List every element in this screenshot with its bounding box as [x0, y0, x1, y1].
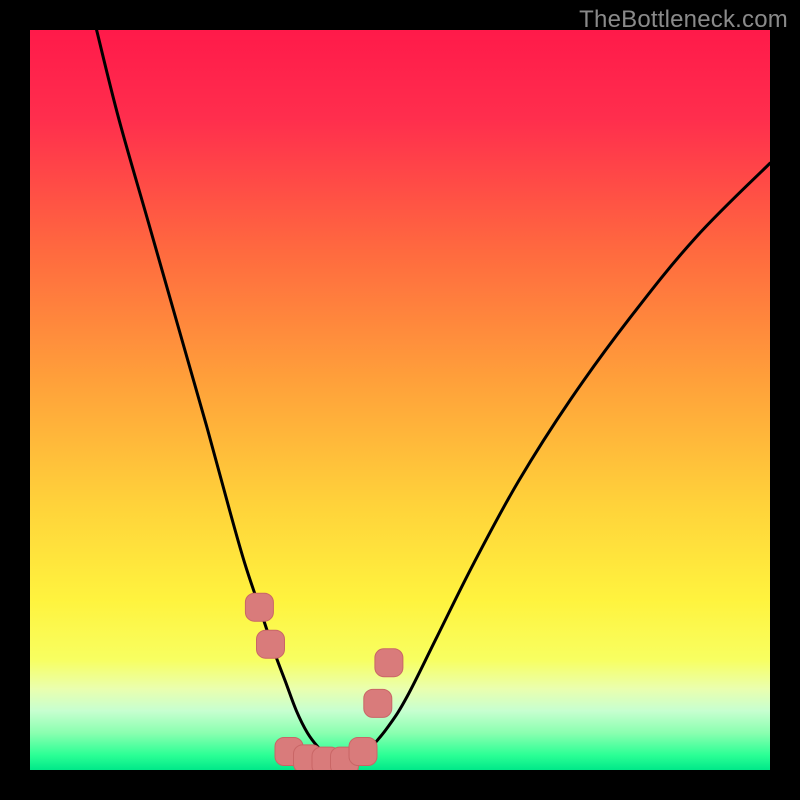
data-marker	[364, 689, 392, 717]
chart-frame: TheBottleneck.com	[0, 0, 800, 800]
curve-left	[97, 30, 341, 763]
data-marker	[257, 630, 285, 658]
watermark-text: TheBottleneck.com	[579, 6, 788, 34]
plot-area	[30, 30, 770, 770]
data-marker	[245, 593, 273, 621]
data-marker	[349, 738, 377, 766]
curve-right	[341, 163, 770, 762]
data-marker	[375, 649, 403, 677]
curves-layer	[30, 30, 770, 770]
marker-group	[245, 593, 403, 770]
